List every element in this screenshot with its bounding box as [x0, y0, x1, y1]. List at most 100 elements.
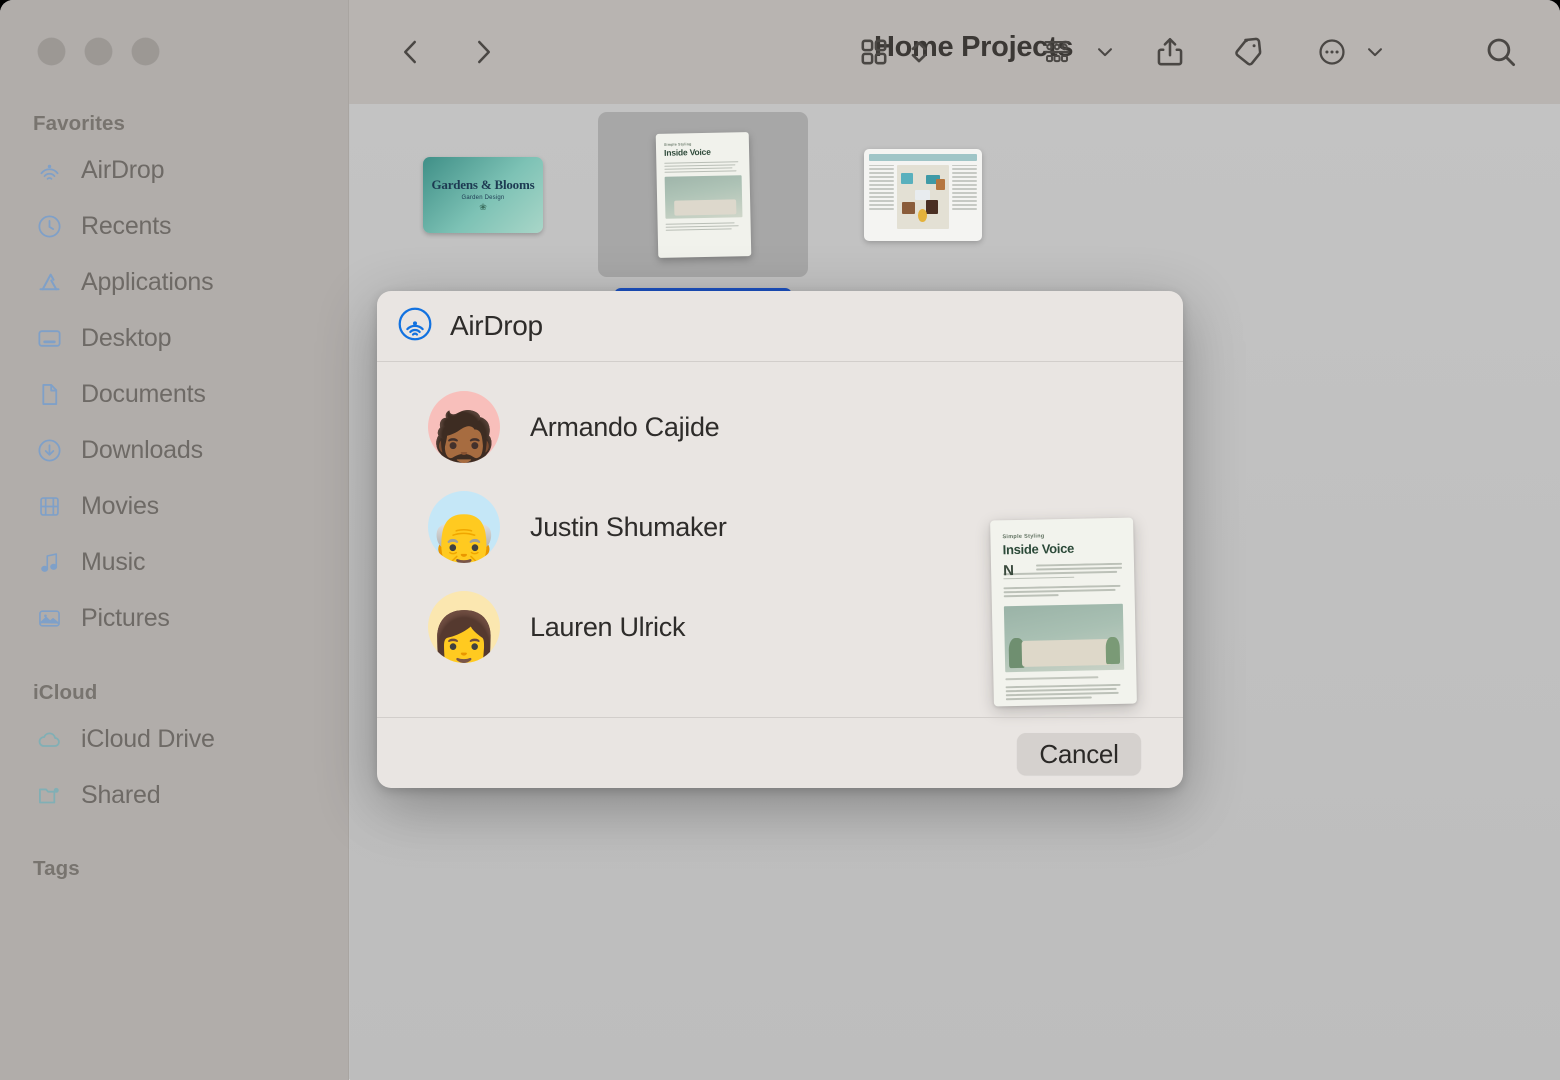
traffic-lights	[38, 38, 159, 65]
preview-dropcap: N	[1003, 562, 1015, 580]
dialog-footer: Cancel	[377, 717, 1183, 788]
cloud-icon	[35, 725, 64, 754]
group-by-button[interactable]	[1031, 28, 1083, 76]
grid-view-icon	[861, 39, 887, 65]
sidebar-item-label: Documents	[81, 379, 206, 408]
sidebar-item-airdrop[interactable]: AirDrop	[24, 149, 324, 191]
view-mode-button[interactable]	[849, 28, 899, 76]
memoji-glyph: 🧔🏾	[429, 409, 499, 464]
cancel-button[interactable]: Cancel	[1017, 733, 1141, 775]
avatar: 👴	[428, 491, 500, 563]
sidebar-item-label: Shared	[81, 780, 161, 809]
clock-icon	[35, 212, 64, 241]
recipient-list: 🧔🏾 Armando Cajide 👴 Justin Shumaker 👩 La…	[377, 362, 977, 677]
sidebar-item-label: Pictures	[81, 603, 170, 632]
sidebar-item-desktop[interactable]: Desktop	[24, 317, 324, 359]
document-icon	[35, 380, 64, 409]
chevron-right-icon	[478, 40, 490, 64]
sidebar-item-label: Downloads	[81, 435, 203, 464]
group-by-icon	[1044, 41, 1070, 63]
preview-caption	[1005, 676, 1099, 681]
chevron-left-icon	[404, 40, 416, 64]
more-actions-chevron-button[interactable]	[1359, 30, 1391, 74]
business-card-thumbnail: Gardens & Blooms Garden Design ❀	[423, 156, 543, 233]
card-title: Gardens & Blooms	[431, 177, 535, 192]
sidebar-item-movies[interactable]: Movies	[24, 485, 324, 527]
recipient-item-lauren-ulrick[interactable]: 👩 Lauren Ulrick	[377, 577, 977, 677]
music-note-icon	[35, 548, 64, 577]
chevron-down-icon	[1098, 48, 1112, 57]
dialog-title: AirDrop	[450, 310, 543, 341]
recipient-name: Armando Cajide	[530, 411, 720, 442]
toolbar: Home Projects	[349, 0, 1560, 104]
sidebar-group-favorites: Favorites	[33, 112, 126, 135]
sidebar-item-label: Music	[81, 547, 146, 576]
sidebar-item-music[interactable]: Music	[24, 541, 324, 583]
sidebar-group-tags: Tags	[33, 857, 80, 880]
sidebar-item-downloads[interactable]: Downloads	[24, 429, 324, 471]
minimize-button[interactable]	[85, 38, 112, 65]
dialog-header: AirDrop	[377, 291, 1183, 362]
sidebar-group-icloud: iCloud	[33, 681, 98, 704]
sidebar-item-label: Movies	[81, 491, 159, 520]
tag-button[interactable]	[1222, 26, 1274, 78]
recipient-item-justin-shumaker[interactable]: 👴 Justin Shumaker	[377, 477, 977, 577]
memoji-glyph: 👴	[429, 509, 499, 564]
moodboard-area	[896, 164, 950, 229]
recipient-name: Justin Shumaker	[530, 511, 727, 542]
sidebar-item-shared[interactable]: Shared	[24, 774, 324, 816]
sidebar-item-label: Applications	[81, 267, 214, 296]
close-button[interactable]	[38, 38, 65, 65]
card-subtitle: Garden Design	[461, 195, 505, 201]
ellipsis-circle-icon	[1319, 39, 1345, 65]
preview-kicker: Simple Styling	[1002, 533, 1045, 541]
zoom-button[interactable]	[132, 38, 159, 65]
recipient-name: Lauren Ulrick	[530, 611, 686, 642]
sidebar-item-documents[interactable]: Documents	[24, 373, 324, 415]
download-icon	[35, 436, 64, 465]
sidebar-item-applications[interactable]: Applications	[24, 261, 324, 303]
sidebar-item-pictures[interactable]: Pictures	[24, 597, 324, 639]
search-icon	[1487, 38, 1516, 67]
share-icon	[1157, 37, 1183, 66]
card-ornament-icon: ❀	[479, 202, 487, 212]
file-thumbnail	[818, 112, 1028, 277]
sidebar-item-icloud-drive[interactable]: iCloud Drive	[24, 718, 324, 760]
sidebar: Favorites AirDrop Recents Applications D…	[0, 0, 349, 1080]
search-button[interactable]	[1475, 26, 1527, 78]
view-stepper-button[interactable]	[901, 28, 937, 76]
avatar: 👩	[428, 591, 500, 663]
sidebar-item-label: AirDrop	[81, 155, 165, 184]
finder-window: Favorites AirDrop Recents Applications D…	[0, 0, 1560, 1080]
forward-button[interactable]	[459, 28, 507, 76]
desktop-icon	[35, 324, 64, 353]
document-thumbnail: Simple Styling Inside Voice	[655, 131, 751, 258]
group-by-chevron-button[interactable]	[1089, 30, 1121, 74]
airdrop-icon	[35, 156, 64, 185]
sidebar-item-label: iCloud Drive	[81, 724, 215, 753]
thumb-title: Inside Voice	[663, 146, 711, 158]
shared-folder-icon	[35, 781, 64, 810]
dialog-body: 🧔🏾 Armando Cajide 👴 Justin Shumaker 👩 La…	[377, 362, 1183, 717]
share-button[interactable]	[1144, 26, 1196, 78]
file-preview-thumbnail: Simple Styling Inside Voice N	[990, 517, 1137, 707]
avatar: 🧔🏾	[428, 391, 500, 463]
photo-icon	[35, 604, 64, 633]
airdrop-dialog: AirDrop 🧔🏾 Armando Cajide 👴 Justin Shuma…	[377, 291, 1183, 788]
back-button[interactable]	[387, 28, 435, 76]
spreadsheet-thumbnail	[864, 148, 982, 241]
chevron-down-icon	[1368, 48, 1382, 57]
more-actions-button[interactable]	[1307, 28, 1357, 76]
film-icon	[35, 492, 64, 521]
recipient-item-armando-cajide[interactable]: 🧔🏾 Armando Cajide	[377, 377, 977, 477]
applications-icon	[35, 268, 64, 297]
airdrop-icon	[397, 306, 433, 347]
file-thumbnail: Simple Styling Inside Voice	[598, 112, 808, 277]
sidebar-item-label: Desktop	[81, 323, 172, 352]
sidebar-item-label: Recents	[81, 211, 172, 240]
sidebar-item-recents[interactable]: Recents	[24, 205, 324, 247]
thumb-text-lines	[663, 160, 741, 173]
memoji-glyph: 👩	[429, 609, 499, 664]
file-thumbnail: Gardens & Blooms Garden Design ❀	[378, 112, 588, 277]
preview-title: Inside Voice	[1002, 540, 1075, 558]
